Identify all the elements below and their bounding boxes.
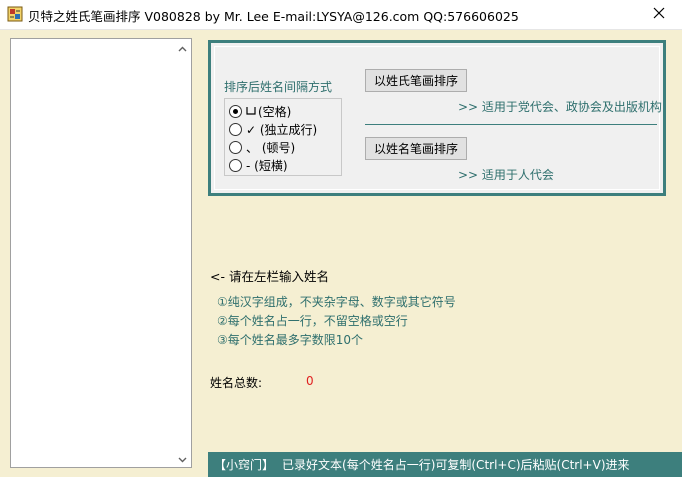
instruction-item: ③每个姓名最多字数限10个	[217, 333, 364, 347]
sort-by-surname-button[interactable]: 以姓氏笔画排序	[365, 69, 468, 92]
close-icon	[653, 7, 665, 22]
tip-text: 已录好文本(每个姓名占一行)可复制(Ctrl+C)后粘贴(Ctrl+V)进来	[282, 458, 630, 472]
radio-newline[interactable]: ✓ (独立成行)	[229, 120, 317, 138]
instruction-item: ①纯汉字组成，不夹杂字母、数字或其它符号	[217, 295, 456, 309]
close-button[interactable]	[636, 0, 682, 29]
app-window: 贝特之姓氏笔画排序 V080828 by Mr. Lee E-mail:LYSY…	[0, 0, 682, 477]
name-count-label: 姓名总数:	[210, 376, 263, 390]
sort-options-panel: 排序后姓名间隔方式 (空格) ✓ (独立成行) 、 (顿号) - (短横) 以姓…	[208, 40, 666, 196]
radio-space[interactable]: (空格)	[229, 102, 291, 120]
name-count-value: 0	[306, 374, 314, 388]
separator-label: 排序后姓名间隔方式	[224, 80, 333, 94]
radio-button[interactable]	[229, 140, 242, 154]
instruction-item: ②每个姓名占一行，不留空格或空行	[217, 314, 408, 328]
options-divider	[365, 124, 657, 125]
separator-radio-group: (空格) ✓ (独立成行) 、 (顿号) - (短横)	[224, 98, 342, 176]
radio-comma[interactable]: 、 (顿号)	[229, 138, 295, 156]
chevron-down-icon	[178, 452, 187, 466]
radio-newline-label: ✓ (独立成行)	[246, 122, 318, 137]
title-bar[interactable]: 贝特之姓氏笔画排序 V080828 by Mr. Lee E-mail:LYSY…	[0, 0, 682, 30]
tip-tag: 【小窍门】	[214, 458, 275, 472]
sort-fullname-hint: >> 适用于人代会	[458, 168, 554, 182]
app-icon	[7, 6, 23, 22]
chevron-up-icon	[178, 41, 187, 55]
radio-button-checked[interactable]	[229, 104, 242, 118]
instructions-title: <- 请在左栏输入姓名	[210, 269, 329, 284]
options-inner: 排序后姓名间隔方式 (空格) ✓ (独立成行) 、 (顿号) - (短横) 以姓…	[214, 46, 662, 190]
radio-button[interactable]	[229, 158, 242, 172]
radio-dash[interactable]: - (短横)	[229, 156, 288, 174]
radio-space-label: (空格)	[258, 104, 292, 119]
sort-surname-hint: >> 适用于党代会、政协会及出版机构	[458, 100, 662, 114]
scroll-down-button[interactable]	[174, 450, 191, 467]
name-input-textarea[interactable]	[10, 38, 192, 468]
space-symbol-icon	[246, 104, 256, 118]
radio-button[interactable]	[229, 122, 242, 136]
scroll-up-button[interactable]	[174, 39, 191, 56]
tip-bar: 【小窍门】 已录好文本(每个姓名占一行)可复制(Ctrl+C)后粘贴(Ctrl+…	[208, 452, 682, 477]
vertical-scrollbar[interactable]	[174, 39, 191, 467]
radio-comma-label: 、 (顿号)	[246, 140, 296, 155]
window-title: 贝特之姓氏笔画排序 V080828 by Mr. Lee E-mail:LYSY…	[28, 9, 519, 24]
sort-by-fullname-button[interactable]: 以姓名笔画排序	[365, 137, 468, 160]
radio-dash-label: - (短横)	[246, 158, 288, 173]
